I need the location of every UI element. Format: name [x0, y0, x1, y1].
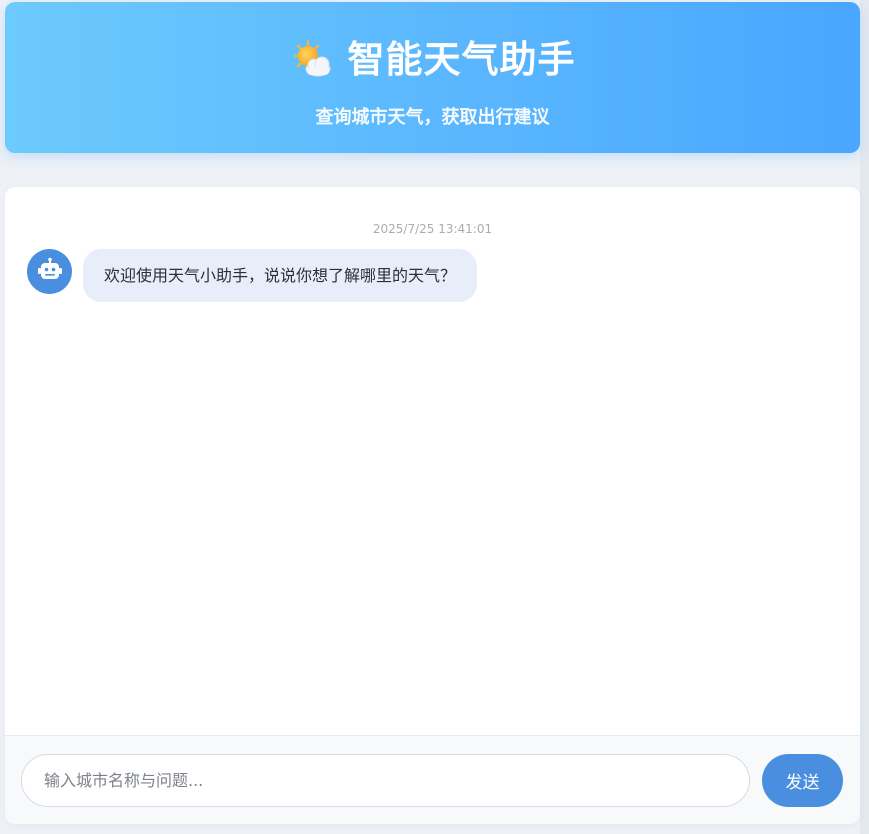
- message-list[interactable]: 2025/7/25 13:41:01 欢迎使用天气小助手，说说你想了解哪里的天气…: [5, 187, 860, 735]
- bot-avatar: [27, 249, 72, 294]
- robot-icon: [37, 257, 63, 287]
- input-bar: 发送: [5, 735, 860, 824]
- send-button[interactable]: 发送: [762, 754, 843, 807]
- page-scroll-edge: [860, 0, 869, 834]
- app-header: 智能天气助手 查询城市天气，获取出行建议: [5, 2, 860, 153]
- sun-behind-cloud-icon: [290, 38, 334, 82]
- message-timestamp: 2025/7/25 13:41:01: [372, 222, 493, 236]
- chat-panel: 2025/7/25 13:41:01 欢迎使用天气小助手，说说你想了解哪里的天气…: [5, 187, 860, 824]
- app-subtitle: 查询城市天气，获取出行建议: [315, 107, 550, 128]
- app-title: 智能天气助手: [347, 38, 576, 81]
- title-row: 智能天气助手: [5, 35, 860, 85]
- bot-message-bubble: 欢迎使用天气小助手，说说你想了解哪里的天气？: [83, 249, 478, 302]
- message-input[interactable]: [21, 754, 750, 807]
